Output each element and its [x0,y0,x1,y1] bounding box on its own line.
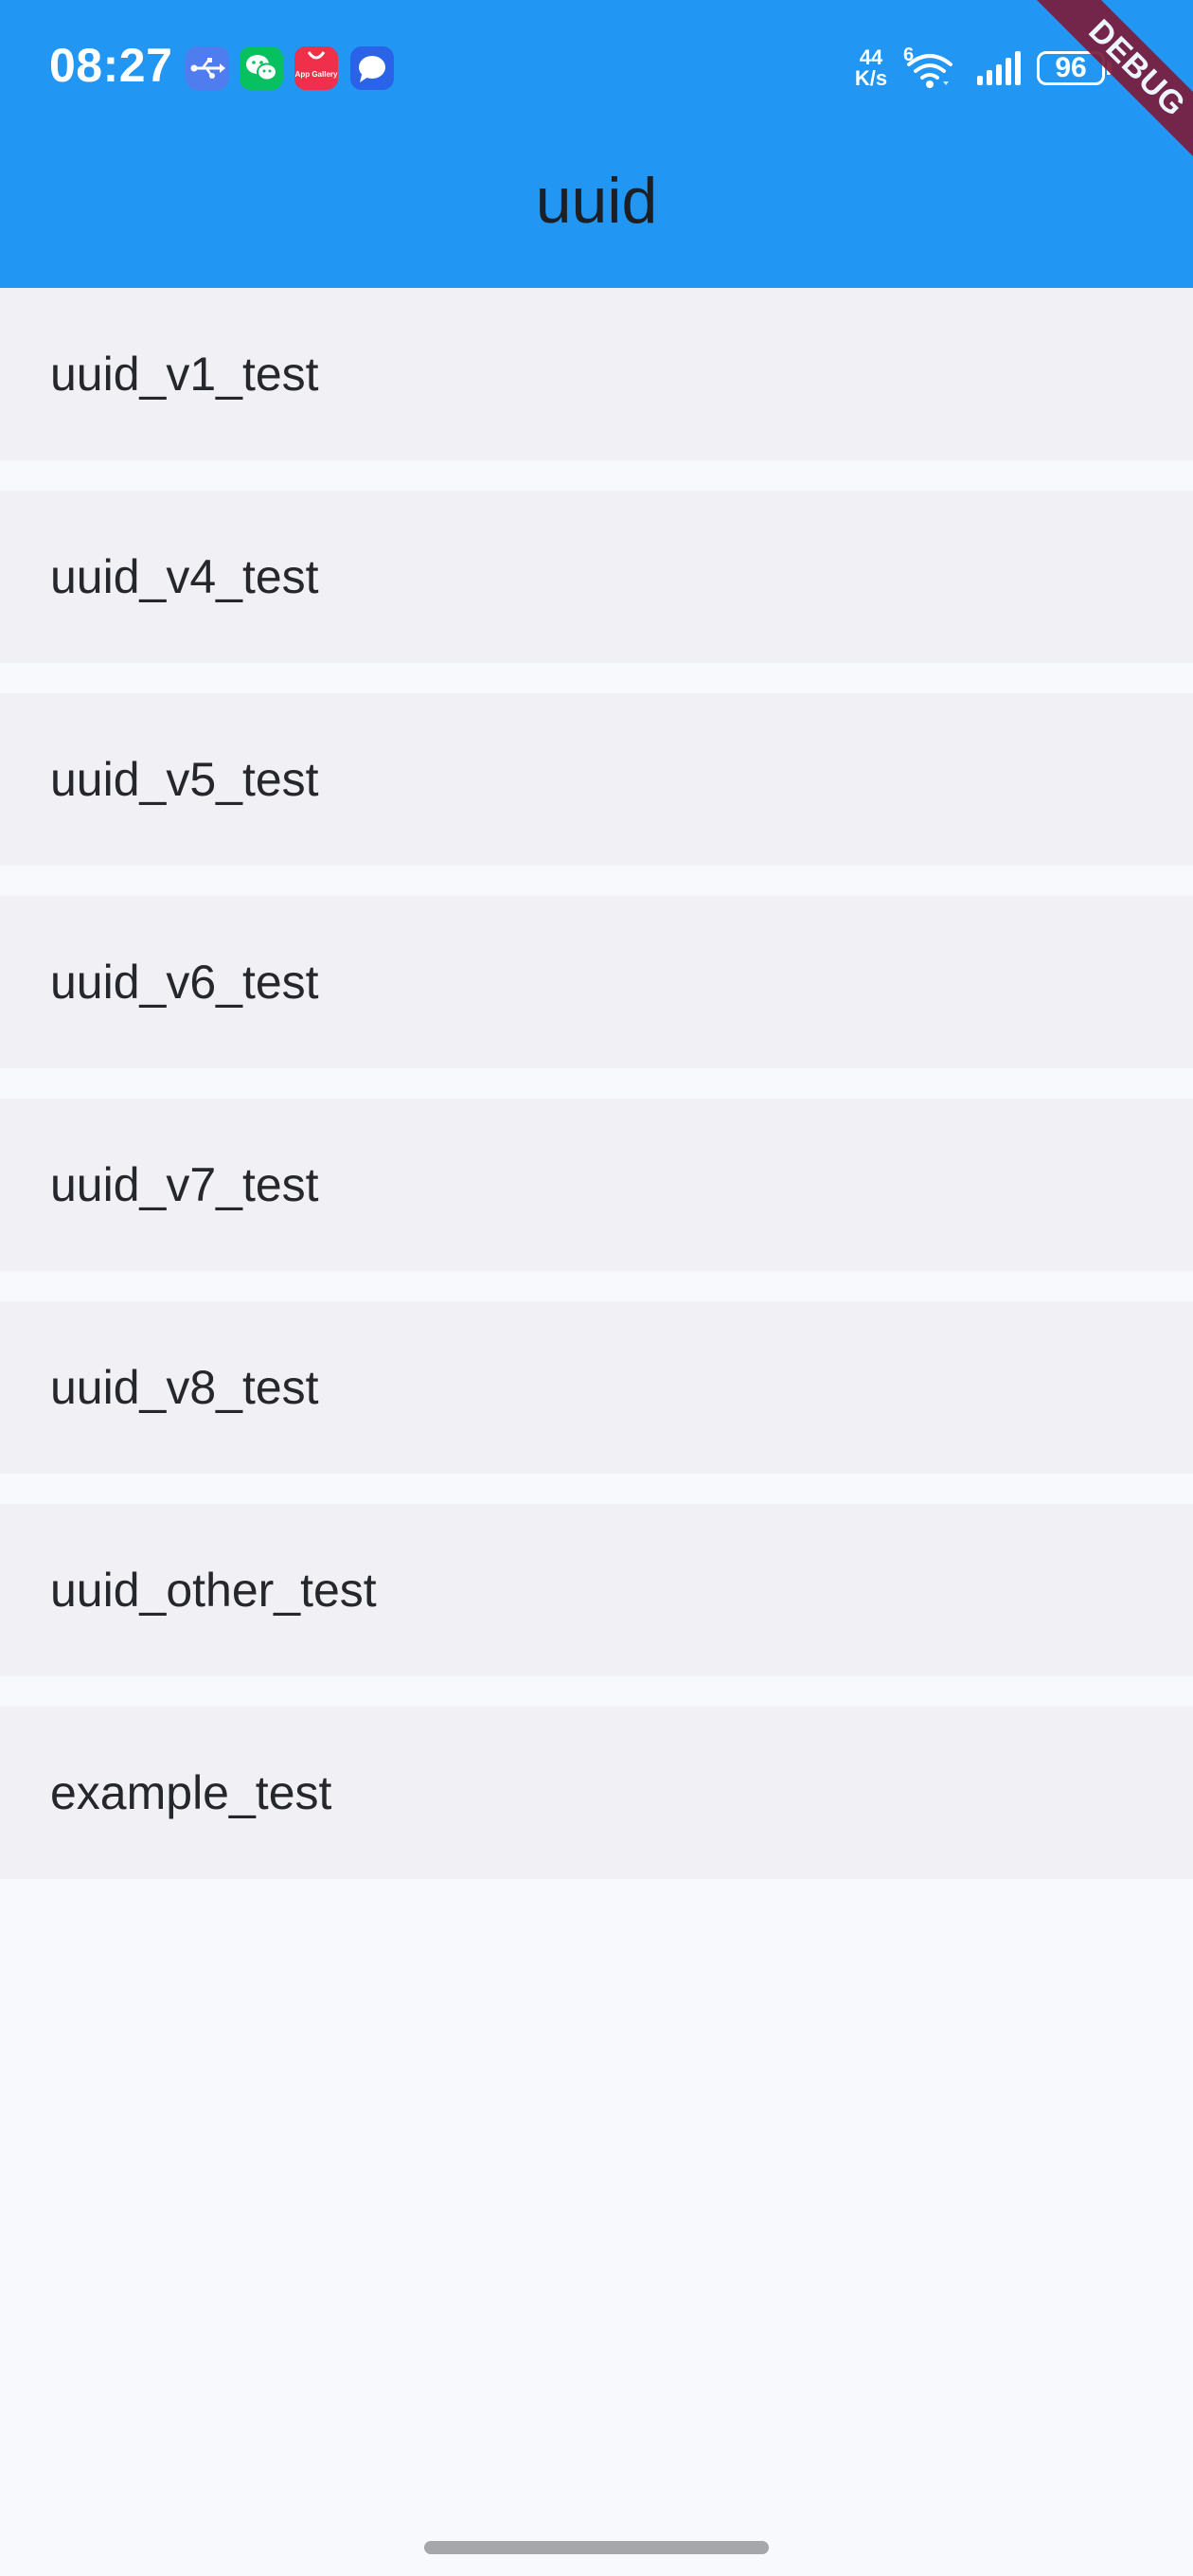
network-speed-unit: K/s [854,66,888,90]
wechat-icon [240,46,283,90]
test-list: uuid_v1_test uuid_v4_test uuid_v5_test u… [0,288,1193,1909]
test-item-uuid-v6[interactable]: uuid_v6_test [0,896,1193,1068]
network-speed: 44 K/s [848,47,894,89]
home-indicator[interactable] [424,2541,769,2554]
test-item-uuid-v5[interactable]: uuid_v5_test [0,693,1193,866]
app-gallery-icon: App Gallery [294,46,338,90]
usb-icon [186,46,229,90]
page-title: uuid [535,165,658,237]
test-item-uuid-v1[interactable]: uuid_v1_test [0,288,1193,460]
test-item-uuid-v8[interactable]: uuid_v8_test [0,1301,1193,1474]
status-bar: 08:27 App Gallery 44 K/s 6 96 [0,0,1193,142]
test-item-uuid-other[interactable]: uuid_other_test [0,1504,1193,1676]
network-speed-value: 44 [859,45,883,69]
app-gallery-icon-text: App Gallery [295,70,338,79]
app-bar: 08:27 App Gallery 44 K/s 6 96 uuid [0,0,1193,288]
test-item-example[interactable]: example_test [0,1707,1193,1879]
status-time: 08:27 [49,39,173,92]
messages-icon [350,46,394,90]
signal-icon [977,51,1021,85]
wifi-icon: 6 [903,45,953,88]
test-item-uuid-v7[interactable]: uuid_v7_test [0,1099,1193,1271]
test-item-uuid-v4[interactable]: uuid_v4_test [0,491,1193,663]
